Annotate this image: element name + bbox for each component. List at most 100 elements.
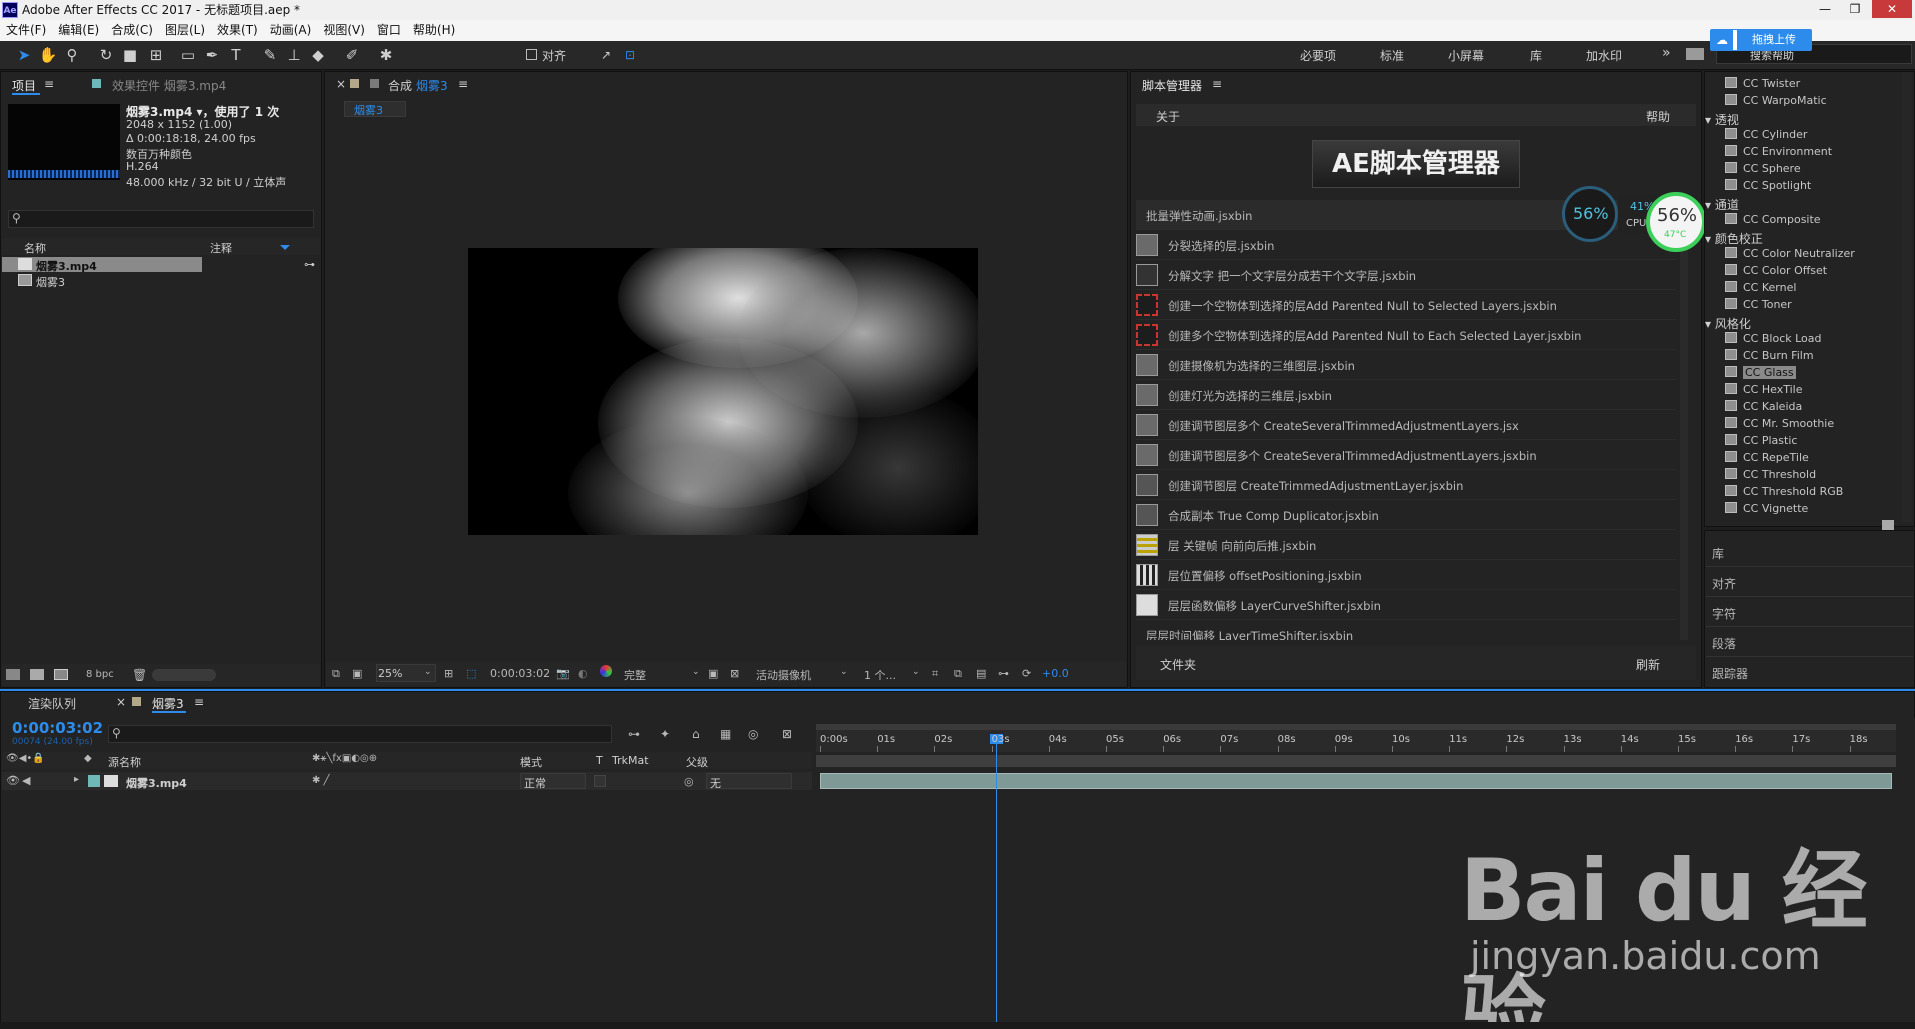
workspace-small-screen[interactable]: 小屏幕 xyxy=(1448,47,1484,64)
column-mode[interactable]: 模式 xyxy=(520,754,542,770)
panel-tracker[interactable]: 跟踪器 xyxy=(1712,665,1748,682)
close-comp-icon[interactable]: × xyxy=(336,77,346,91)
motion-blur-icon[interactable]: ◎ xyxy=(748,727,758,741)
list-item[interactable]: 层层时间偏移 LayerTimeShifter.jsxbin xyxy=(1136,620,1676,640)
list-item[interactable]: 层 关键帧 向前向后推.jsxbin xyxy=(1136,530,1676,560)
about-button[interactable]: 关于 xyxy=(1156,108,1180,125)
hand-tool-icon[interactable]: ✋ xyxy=(38,45,58,65)
panel-libraries[interactable]: 库 xyxy=(1712,545,1724,562)
project-item-footage[interactable]: 烟雾3.mp4 xyxy=(36,258,97,274)
project-item-comp[interactable]: 烟雾3 xyxy=(36,274,65,290)
close-icon[interactable]: ✕ xyxy=(1872,0,1912,18)
exposure-value[interactable]: +0.0 xyxy=(1042,667,1069,680)
menu-window[interactable]: 窗口 xyxy=(371,20,407,41)
snapshot-icon[interactable]: 📷 xyxy=(556,667,570,680)
column-source-name[interactable]: 源名称 xyxy=(108,754,141,770)
close-tab-icon[interactable]: × xyxy=(116,695,126,709)
hide-shy-layers-icon[interactable]: ⌂ xyxy=(692,727,700,741)
layer-name[interactable]: 烟雾3.mp4 xyxy=(126,775,187,791)
views-layout-value[interactable]: 1 个... xyxy=(864,667,896,683)
tab-render-queue[interactable]: 渲染队列 xyxy=(28,695,76,712)
panel-menu-icon[interactable]: ≡ xyxy=(1212,77,1222,91)
workspace-watermark[interactable]: 加水印 xyxy=(1586,47,1622,64)
pickwhip-icon[interactable]: ◎ xyxy=(684,775,694,788)
toggle-pixel-aspect-icon[interactable]: ⌗ xyxy=(932,667,938,681)
flowchart-icon[interactable]: ⊶ xyxy=(998,667,1009,680)
preserve-transparency-checkbox[interactable] xyxy=(594,775,606,787)
menu-composition[interactable]: 合成(C) xyxy=(105,20,159,41)
transparency-grid-icon[interactable]: ⊠ xyxy=(730,667,739,680)
switches-icon[interactable]: ✱⚹╲fx▣◐◎⊕ xyxy=(312,753,377,764)
new-folder-icon[interactable] xyxy=(30,669,44,680)
menu-file[interactable]: 文件(F) xyxy=(0,20,52,41)
chevron-down-icon[interactable]: ⌄ xyxy=(692,667,700,677)
chevron-down-icon[interactable]: ⌄ xyxy=(912,667,920,677)
list-item[interactable]: 层层函数偏移 LayerCurveShifter.jsxbin xyxy=(1136,590,1676,620)
project-search-input[interactable] xyxy=(8,210,314,228)
list-item[interactable]: CC Kaleida xyxy=(1725,400,1802,417)
list-item-selected[interactable] xyxy=(2,257,202,272)
current-time[interactable]: 0:00:03:02 xyxy=(12,719,103,737)
time-ruler[interactable] xyxy=(816,730,1896,752)
resolution-value[interactable]: 完整 xyxy=(624,667,646,683)
menu-effect[interactable]: 效果(T) xyxy=(211,20,264,41)
refresh-button[interactable]: 刷新 xyxy=(1636,656,1660,673)
list-item[interactable]: CC Sphere xyxy=(1725,162,1801,179)
list-item[interactable]: 创建一个空物体到选择的层Add Parented Null to Selecte… xyxy=(1136,290,1676,320)
folder-button[interactable]: 文件夹 xyxy=(1160,656,1196,673)
flowchart-icon[interactable]: ⊶ xyxy=(304,258,315,271)
list-item[interactable]: CC Toner xyxy=(1725,298,1792,315)
audio-icon[interactable]: ◀ xyxy=(22,774,30,787)
timeline-icon[interactable]: ▤ xyxy=(976,667,986,680)
category-color-correction[interactable]: ▾ 颜色校正 xyxy=(1705,230,1763,247)
list-item[interactable]: CC Vignette xyxy=(1725,502,1808,519)
upload-button[interactable]: 拖拽上传 xyxy=(1737,30,1811,50)
list-item[interactable]: CC Plastic xyxy=(1725,434,1797,451)
panel-align[interactable]: 对齐 xyxy=(1712,575,1736,592)
list-item[interactable]: CC Cylinder xyxy=(1725,128,1807,145)
safe-zones-icon[interactable]: ⊞ xyxy=(444,667,453,680)
scrollbar[interactable] xyxy=(1902,72,1912,522)
list-item[interactable]: CC Composite xyxy=(1725,213,1821,230)
menu-edit[interactable]: 编辑(E) xyxy=(52,20,105,41)
rotate-tool-icon[interactable]: ↻ xyxy=(96,45,116,65)
comp-tab-label[interactable]: 合成 xyxy=(388,77,412,94)
brush-tool-icon[interactable]: ✎ xyxy=(260,45,280,65)
menu-animation[interactable]: 动画(A) xyxy=(264,20,318,41)
list-item[interactable]: CC Burn Film xyxy=(1725,349,1814,366)
list-item[interactable]: 创建摄像机为选择的三维图层.jsxbin xyxy=(1136,350,1676,380)
column-t[interactable]: T xyxy=(596,754,603,767)
interpret-footage-icon[interactable] xyxy=(6,669,20,680)
new-preset-icon[interactable] xyxy=(1882,520,1894,530)
column-trkmat[interactable]: TrkMat xyxy=(612,754,649,767)
mask-visibility-icon[interactable]: ⬚ xyxy=(466,667,476,680)
list-item[interactable]: CC Color Neutralizer xyxy=(1725,247,1855,264)
draft-3d-icon[interactable]: ✦ xyxy=(660,727,670,741)
expand-layer-icon[interactable]: ▸ xyxy=(74,774,79,785)
tab-timeline-comp[interactable]: 烟雾3 xyxy=(152,695,184,712)
list-item[interactable]: CC Block Load xyxy=(1725,332,1822,349)
help-button[interactable]: 帮助 xyxy=(1646,108,1670,125)
keyboard-icon[interactable] xyxy=(1686,48,1704,60)
pan-behind-tool-icon[interactable]: ⊞ xyxy=(146,45,166,65)
list-item[interactable]: 创建灯光为选择的三维层.jsxbin xyxy=(1136,380,1676,410)
text-tool-icon[interactable]: T xyxy=(226,45,246,65)
frame-blending-icon[interactable]: ▦ xyxy=(720,727,731,741)
fast-preview-icon[interactable]: ⧉ xyxy=(954,667,962,681)
scrollbar[interactable] xyxy=(1680,200,1688,640)
menu-view[interactable]: 视图(V) xyxy=(317,20,371,41)
column-name[interactable]: 名称 xyxy=(24,240,46,256)
puppet-tool-icon[interactable]: ✱ xyxy=(376,45,396,65)
list-item[interactable]: CC Threshold RGB xyxy=(1725,485,1843,502)
list-item[interactable]: CC Threshold xyxy=(1725,468,1816,485)
category-stylize[interactable]: ▾ 风格化 xyxy=(1705,315,1751,332)
list-item[interactable]: CC Mr. Smoothie xyxy=(1725,417,1834,434)
time-navigator-bar[interactable] xyxy=(816,755,1896,767)
workspace-standard[interactable]: 标准 xyxy=(1380,47,1404,64)
layer-switches-icon[interactable]: ✱ ╱ xyxy=(312,775,330,786)
list-item[interactable]: 创建调节图层多个 CreateSeveralTrimmedAdjustmentL… xyxy=(1136,410,1676,440)
snap-icon[interactable]: ⊡ xyxy=(620,45,640,65)
list-item[interactable]: 合成副本 True Comp Duplicator.jsxbin xyxy=(1136,500,1676,530)
timeline-search-input[interactable] xyxy=(108,725,612,743)
column-parent[interactable]: 父级 xyxy=(686,754,708,770)
